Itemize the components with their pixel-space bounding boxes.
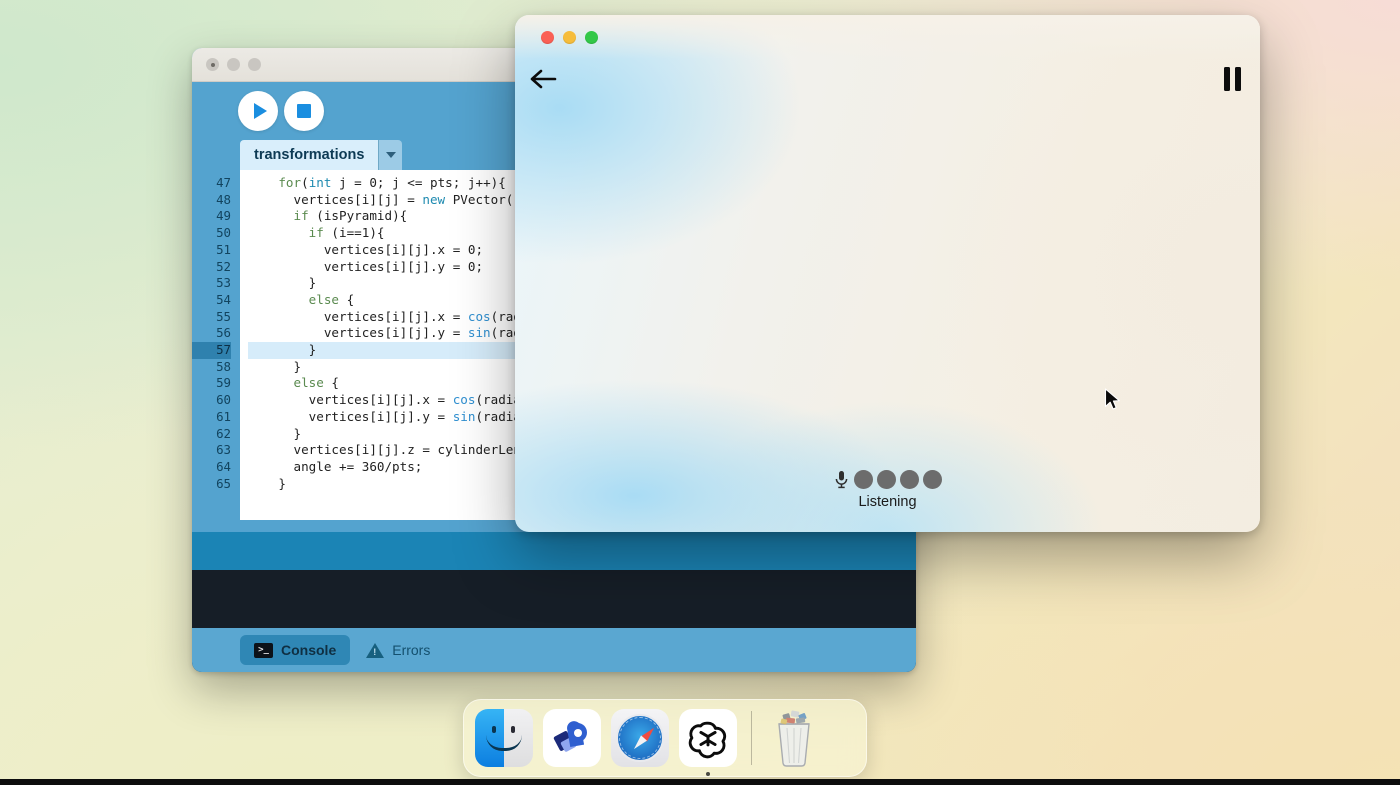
close-button[interactable] [541, 31, 554, 44]
tab-console[interactable]: >_ Console [240, 635, 350, 665]
warning-triangle-icon [366, 643, 384, 658]
listening-dot [923, 470, 942, 489]
tab-menu-button[interactable] [378, 140, 402, 170]
minimize-button[interactable] [563, 31, 576, 44]
pause-button[interactable] [1219, 66, 1245, 92]
line-number-gutter: 47484950515253545556575859606162636465 [192, 170, 240, 532]
mouse-cursor [1104, 388, 1122, 412]
finder-eye-right [511, 726, 515, 733]
line-number: 50 [192, 225, 231, 242]
tab-transformations[interactable]: transformations [240, 140, 378, 170]
pause-icon [1224, 67, 1230, 91]
line-number: 55 [192, 309, 231, 326]
tab-label: transformations [254, 147, 364, 163]
line-number: 51 [192, 242, 231, 259]
line-number: 49 [192, 208, 231, 225]
stop-button[interactable] [284, 91, 324, 131]
chatgpt-icon [687, 717, 729, 759]
line-number: 54 [192, 292, 231, 309]
pause-icon-bar2 [1235, 67, 1241, 91]
line-number: 48 [192, 192, 231, 209]
listening-status: Listening [515, 470, 1260, 510]
microphone-icon [834, 470, 850, 489]
dock-item-finder[interactable] [475, 709, 533, 767]
line-number: 56 [192, 325, 231, 342]
stop-icon [297, 104, 311, 118]
screen-bottom-bar [0, 779, 1400, 785]
line-number: 57 [192, 342, 231, 359]
dock-separator [751, 711, 752, 765]
listening-dot [877, 470, 896, 489]
line-number: 58 [192, 359, 231, 376]
run-button[interactable] [238, 91, 278, 131]
line-number: 62 [192, 426, 231, 443]
finder-eye-left [492, 726, 496, 733]
trash-icon [766, 708, 822, 768]
dock-item-trash[interactable] [766, 708, 822, 768]
line-number: 52 [192, 259, 231, 276]
editor-console-divider[interactable] [192, 532, 916, 570]
voice-assistant-window[interactable] [515, 15, 1260, 532]
line-number: 63 [192, 442, 231, 459]
terminal-icon: >_ [254, 643, 273, 658]
dock-item-safari[interactable] [611, 709, 669, 767]
play-icon [254, 103, 267, 119]
line-number: 65 [192, 476, 231, 493]
listening-label: Listening [858, 494, 916, 510]
line-number: 53 [192, 275, 231, 292]
processing-icon-hole [574, 729, 582, 737]
voice-titlebar[interactable] [515, 15, 1260, 59]
zoom-button[interactable] [585, 31, 598, 44]
line-number: 47 [192, 175, 231, 192]
arrow-left-icon [529, 68, 557, 90]
back-button[interactable] [528, 64, 558, 94]
running-indicator-dot [706, 772, 710, 776]
line-number: 64 [192, 459, 231, 476]
listening-dot [900, 470, 919, 489]
line-number: 60 [192, 392, 231, 409]
listening-indicator-dots [834, 470, 942, 489]
console-tab-label: Console [281, 642, 336, 658]
line-number: 61 [192, 409, 231, 426]
dock-item-processing[interactable] [543, 709, 601, 767]
tab-errors[interactable]: Errors [354, 635, 442, 665]
dock[interactable] [463, 699, 867, 777]
errors-tab-label: Errors [392, 642, 430, 658]
chevron-down-icon [386, 152, 396, 158]
listening-dot [854, 470, 873, 489]
line-number: 59 [192, 375, 231, 392]
dock-item-chatgpt[interactable] [679, 709, 737, 767]
pde-bottom-bar: >_ Console Errors [192, 628, 916, 672]
